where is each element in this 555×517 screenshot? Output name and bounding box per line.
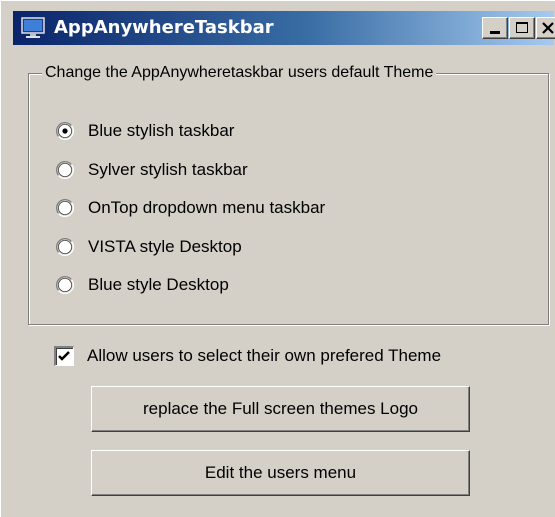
theme-radio[interactable] xyxy=(56,198,74,218)
title-bar[interactable]: AppAnywhereTaskbar xyxy=(13,11,555,45)
theme-group-legend: Change the AppAnywheretaskbar users defa… xyxy=(42,63,437,83)
allow-users-theme-checkbox[interactable] xyxy=(54,346,74,366)
minimize-button[interactable] xyxy=(482,17,508,39)
theme-radio[interactable] xyxy=(56,160,74,180)
window-title: AppAnywhereTaskbar xyxy=(54,17,274,38)
theme-option-label: VISTA style Desktop xyxy=(88,237,242,256)
allow-users-theme-label: Allow users to select their own prefered… xyxy=(87,346,442,365)
theme-option-label: Blue stylish taskbar xyxy=(88,121,235,140)
allow-users-theme-checkbox-row[interactable]: Allow users to select their own prefered… xyxy=(54,344,441,368)
theme-option[interactable]: Sylver stylish taskbar xyxy=(56,158,248,182)
monitor-app-icon xyxy=(21,17,47,39)
theme-option[interactable]: OnTop dropdown menu taskbar xyxy=(56,196,325,220)
app-window: AppAnywhereTaskbar Change the AppAnywher… xyxy=(0,0,555,517)
theme-option[interactable]: Blue stylish taskbar xyxy=(56,119,234,143)
theme-option-label: Sylver stylish taskbar xyxy=(88,160,248,179)
maximize-button[interactable] xyxy=(509,17,535,39)
maximize-icon xyxy=(516,22,528,33)
theme-option-label: OnTop dropdown menu taskbar xyxy=(88,198,326,217)
theme-radio[interactable] xyxy=(56,237,74,257)
close-icon xyxy=(542,22,554,34)
theme-radio[interactable] xyxy=(56,121,74,141)
replace-logo-button[interactable]: replace the Full screen themes Logo xyxy=(91,386,470,432)
edit-users-menu-button[interactable]: Edit the users menu xyxy=(91,450,470,496)
theme-radio[interactable] xyxy=(56,275,74,295)
theme-option-label: Blue style Desktop xyxy=(88,275,229,294)
close-button[interactable] xyxy=(536,17,555,39)
theme-option[interactable]: Blue style Desktop xyxy=(56,273,229,297)
theme-option[interactable]: VISTA style Desktop xyxy=(56,235,242,259)
checkmark-icon xyxy=(58,351,70,361)
minimize-icon xyxy=(490,31,500,34)
